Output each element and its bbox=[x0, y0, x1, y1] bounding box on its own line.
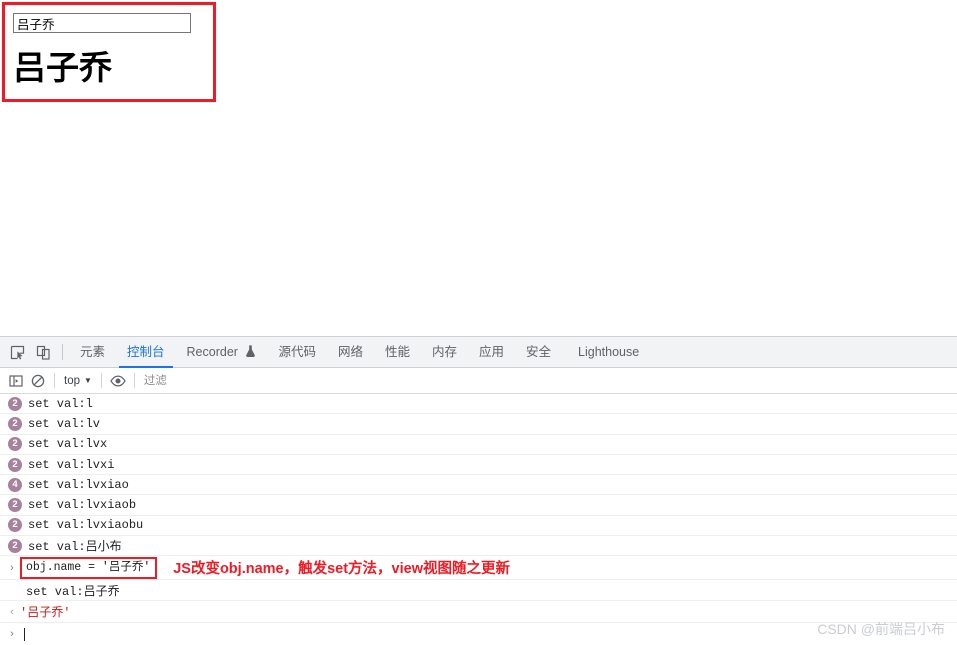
log-count-badge: 2 bbox=[8, 457, 22, 472]
log-message: set val:吕小布 bbox=[28, 540, 122, 555]
console-log-row[interactable]: 2 set val:lvx bbox=[0, 435, 957, 455]
filter-divider-1 bbox=[54, 373, 55, 388]
log-message: set val:lvxiaobu bbox=[28, 518, 144, 533]
demo-highlight-box: 吕子乔 bbox=[2, 2, 216, 102]
filter-input[interactable] bbox=[141, 371, 957, 390]
tab-performance[interactable]: 性能 bbox=[374, 337, 421, 368]
console-log-row[interactable]: 2 set val:lvxi bbox=[0, 455, 957, 476]
console-log-row[interactable]: 2 set val:l bbox=[0, 394, 957, 415]
execution-context-select[interactable]: top ▼ bbox=[60, 371, 96, 391]
result-value: '吕子乔' bbox=[20, 606, 71, 621]
log-message: set val:lv bbox=[28, 416, 101, 431]
context-label: top bbox=[64, 374, 80, 387]
flask-icon bbox=[245, 338, 256, 369]
text-caret bbox=[24, 627, 25, 641]
tab-elements[interactable]: 元素 bbox=[69, 337, 116, 368]
tab-label: 性能 bbox=[384, 344, 410, 359]
console-result-row[interactable]: ‹ '吕子乔' bbox=[0, 601, 957, 624]
tab-label: 源代码 bbox=[278, 344, 316, 359]
tab-sources[interactable]: 源代码 bbox=[267, 337, 327, 368]
tab-recorder[interactable]: Recorder bbox=[176, 337, 268, 368]
log-count-badge: 2 bbox=[8, 416, 22, 431]
console-log-row[interactable]: 2 set val:吕小布 bbox=[0, 536, 957, 557]
console-log-list[interactable]: 2 set val:l 2 set val:lv 2 set val:lvx 2… bbox=[0, 394, 957, 645]
tab-label: 网络 bbox=[337, 344, 363, 359]
annotation-text: JS改变obj.name，触发set方法，view视图随之更新 bbox=[173, 561, 510, 578]
filter-divider-2 bbox=[100, 373, 102, 388]
csdn-watermark: CSDN @前端吕小布 bbox=[817, 621, 945, 637]
tab-label: 元素 bbox=[80, 344, 106, 359]
name-display-text: 吕子乔 bbox=[13, 49, 112, 86]
log-count-badge: 2 bbox=[8, 396, 22, 411]
name-input[interactable] bbox=[13, 13, 191, 33]
device-toolbar-icon[interactable] bbox=[30, 339, 56, 365]
tab-lighthouse[interactable]: Lighthouse bbox=[562, 337, 650, 368]
live-expression-eye-icon[interactable] bbox=[107, 370, 129, 392]
console-setter-log-row[interactable]: set val:吕子乔 bbox=[0, 580, 957, 602]
console-sidebar-icon[interactable] bbox=[5, 370, 27, 392]
console-filter-bar: top ▼ bbox=[0, 368, 957, 394]
log-count-badge: 2 bbox=[8, 538, 22, 553]
tab-label: 控制台 bbox=[127, 344, 165, 359]
tab-label: Recorder bbox=[186, 344, 238, 359]
devtools-panel: 元素 控制台 Recorder 源代码 网络 性能 内存 应用 安全 Light… bbox=[0, 336, 957, 645]
chevron-down-icon: ▼ bbox=[84, 376, 92, 385]
log-count-badge: 2 bbox=[8, 498, 22, 513]
filter-divider-3 bbox=[133, 373, 135, 388]
console-command-row[interactable]: › obj.name = '吕子乔' JS改变obj.name，触发set方法，… bbox=[0, 556, 957, 581]
tab-application[interactable]: 应用 bbox=[468, 337, 515, 368]
tab-label: 安全 bbox=[526, 344, 552, 359]
log-message: set val:lvxiao bbox=[28, 477, 129, 492]
toolbar-divider bbox=[62, 344, 63, 360]
entered-command-text: obj.name = '吕子乔' bbox=[20, 556, 158, 579]
tab-memory[interactable]: 内存 bbox=[421, 337, 468, 368]
console-prompt-row[interactable]: › bbox=[0, 623, 957, 645]
console-log-row[interactable]: 2 set val:lvxiaob bbox=[0, 495, 957, 516]
tab-security[interactable]: 安全 bbox=[515, 337, 562, 368]
console-log-row[interactable]: 4 set val:lvxiao bbox=[0, 475, 957, 496]
tab-console[interactable]: 控制台 bbox=[116, 337, 176, 368]
log-count-badge: 2 bbox=[8, 437, 22, 452]
input-chevron-icon: › bbox=[10, 561, 14, 574]
tab-label: 内存 bbox=[431, 344, 457, 359]
rendered-page-area: 吕子乔 bbox=[0, 0, 957, 336]
log-message: set val:lvxiaob bbox=[28, 498, 137, 513]
tab-network[interactable]: 网络 bbox=[327, 337, 374, 368]
tab-label: 应用 bbox=[479, 344, 505, 359]
log-count-badge: 4 bbox=[8, 477, 22, 492]
tab-label: Lighthouse bbox=[578, 344, 640, 359]
log-message: set val:吕子乔 bbox=[26, 584, 120, 599]
devtools-tab-bar: 元素 控制台 Recorder 源代码 网络 性能 内存 应用 安全 Light… bbox=[0, 337, 957, 368]
log-message: set val:lvx bbox=[28, 437, 108, 452]
log-count-badge: 2 bbox=[8, 518, 22, 533]
clear-console-icon[interactable] bbox=[27, 370, 49, 392]
log-message: set val:lvxi bbox=[28, 457, 115, 472]
console-log-row[interactable]: 2 set val:lvxiaobu bbox=[0, 516, 957, 537]
log-message: set val:l bbox=[28, 396, 93, 411]
console-log-row[interactable]: 2 set val:lv bbox=[0, 414, 957, 435]
inspect-element-icon[interactable] bbox=[4, 339, 30, 365]
prompt-chevron-icon: › bbox=[10, 628, 14, 641]
output-chevron-icon: ‹ bbox=[10, 605, 14, 618]
